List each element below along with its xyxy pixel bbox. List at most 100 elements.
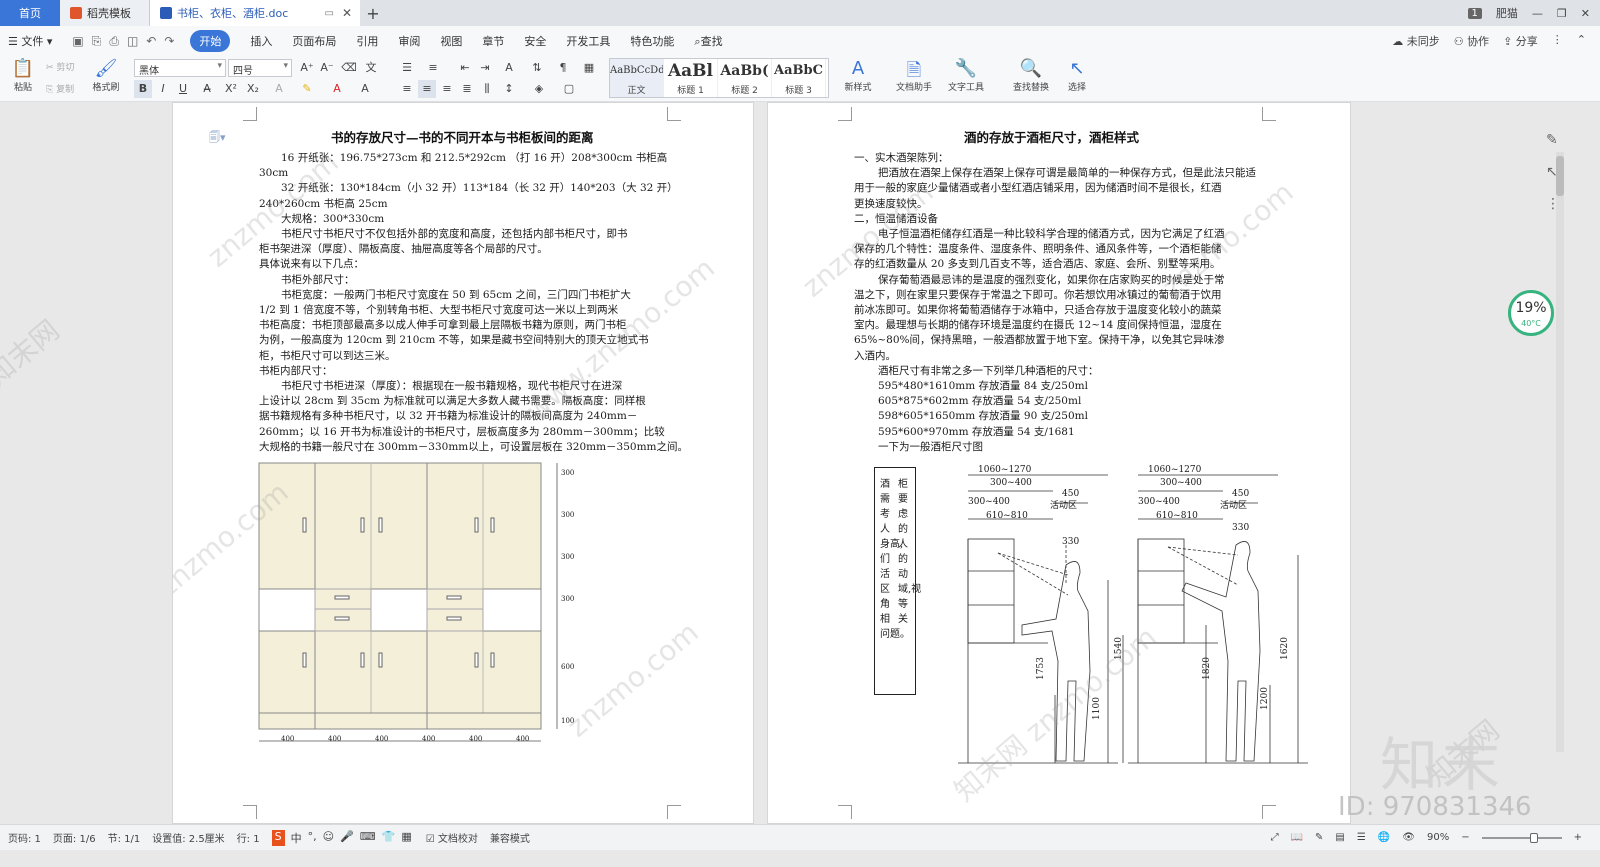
align-center-icon[interactable]: ≡ [418,80,436,98]
vertical-scrollbar[interactable] [1556,152,1564,752]
document-workspace[interactable]: 🗐▾ 书的存放尺寸—书的不同开本与书柜板间的距离 16 开纸张：196.75*2… [0,102,1600,824]
ime-keyboard-icon[interactable]: ⌨ [360,830,376,846]
find-replace-button[interactable]: 🔍 查找替换 [1006,58,1056,93]
tab-home[interactable]: 首页 [0,0,60,26]
status-setting[interactable]: 设置值: 2.5厘米 [152,830,224,845]
style-heading2[interactable]: AaBb(标题 2 [718,59,772,97]
menu-special[interactable]: 特色功能 [630,33,674,49]
underline-icon[interactable]: U [174,80,192,98]
char-shading-icon[interactable]: A [356,80,374,98]
collab-button[interactable]: ⚇ 协作 [1454,33,1489,49]
style-heading1[interactable]: AaBl 标题 1 [664,59,718,97]
more-icon[interactable]: ⋮ [1552,33,1563,49]
doc-helper-button[interactable]: 🗎 文档助手 [892,58,936,93]
restore-icon[interactable]: ❐ [1557,7,1567,20]
redo-icon[interactable]: ↷ [164,34,174,49]
phonetic-icon[interactable]: 文 [362,59,380,77]
status-page[interactable]: 页码: 1 [8,830,41,845]
undo-icon[interactable]: ↶ [146,34,156,49]
outline-view-icon[interactable]: ☰ [1357,832,1366,843]
menu-home[interactable]: 开始 [190,30,231,52]
align-right-icon[interactable]: ≡ [438,80,456,98]
format-painter-button[interactable]: 🖌 格式刷 [90,58,122,93]
export-icon[interactable]: ⎘ [92,34,102,49]
zoom-value[interactable]: 90% [1427,832,1449,843]
style-normal[interactable]: AaBbCcDd 正文 [610,59,664,97]
page-left[interactable]: 🗐▾ 书的存放尺寸—书的不同开本与书柜板间的距离 16 开纸张：196.75*2… [172,102,754,824]
table-icon[interactable]: ▦ [580,59,598,77]
zoom-out-icon[interactable]: − [1461,832,1469,843]
show-marks-icon[interactable]: ¶ [554,59,572,77]
menu-chapter[interactable]: 章节 [482,33,504,49]
numbering-icon[interactable]: ≡ [424,59,442,77]
eye-care-icon[interactable]: 👁 [1402,832,1415,843]
zoom-knob[interactable] [1529,832,1538,843]
zoom-slider[interactable] [1481,832,1562,843]
save-icon[interactable]: ▣ [72,34,83,49]
close-window-icon[interactable]: ✕ [1581,7,1590,20]
ime-skin-icon[interactable]: 👕 [382,830,396,846]
collapse-ribbon-icon[interactable]: ⌃ [1577,33,1586,49]
menu-insert[interactable]: 插入 [250,33,272,49]
italic-icon[interactable]: I [154,80,172,98]
strikethrough-icon[interactable]: A̶ [198,80,216,98]
style-gallery[interactable]: AaBbCcDd 正文 AaBl 标题 1 AaBb(标题 2 AaBbC 标题 3 [609,58,829,98]
tab-document[interactable]: 书柜、衣柜、酒柜.doc ▭ ✕ [150,0,360,26]
cut-button[interactable]: ✂ 剪切 [46,60,86,73]
page-view-icon[interactable]: ▤ [1335,832,1344,843]
bullets-icon[interactable]: ☰ [398,59,416,77]
ime-mic-icon[interactable]: 🎤 [340,830,354,846]
decrease-indent-icon[interactable]: ⇤ [456,59,474,77]
new-style-button[interactable]: A 新样式 [838,58,878,93]
line-spacing-icon[interactable]: ↕ [500,80,518,98]
read-mode-icon[interactable]: 📖 [1291,832,1303,843]
minimize-icon[interactable]: — [1532,7,1543,20]
distribute-icon[interactable]: ⫼ [478,80,496,98]
menu-view[interactable]: 视图 [440,33,462,49]
grow-font-icon[interactable]: A⁺ [298,59,316,77]
status-pages[interactable]: 页面: 1/6 [53,830,96,845]
borders-icon[interactable]: ▢ [560,80,578,98]
font-size-select[interactable]: 四号 [228,59,292,77]
justify-icon[interactable]: ≣ [458,80,476,98]
superscript-icon[interactable]: X² [222,80,240,98]
ime-punct-icon[interactable]: °, [308,830,317,846]
zoom-in-icon[interactable]: + [1574,832,1582,843]
sort-icon[interactable]: ⇅ [528,59,546,77]
text-effect-icon[interactable]: A [270,80,288,98]
ime-logo-icon[interactable]: S [271,829,285,846]
performance-gauge[interactable]: 19% 40°C [1508,290,1554,336]
fullscreen-icon[interactable]: ⤢ [1271,832,1279,843]
menu-search[interactable]: ⌕查找 [694,33,722,49]
ime-grid-icon[interactable]: ▦ [401,830,411,846]
ime-emoji-icon[interactable]: ☺ [323,830,334,846]
window-count-badge[interactable]: 1 [1467,7,1482,19]
menu-page-layout[interactable]: 页面布局 [292,33,336,49]
copy-button[interactable]: ⎘ 复制 [46,82,86,95]
select-button[interactable]: ↖ 选择 [1060,58,1094,93]
style-heading3[interactable]: AaBbC 标题 3 [772,59,826,97]
status-row[interactable]: 行: 1 [237,830,260,845]
doc-outline-icon[interactable]: 🗐▾ [209,129,226,148]
shading-icon[interactable]: ◈ [530,80,548,98]
align-left-icon[interactable]: ≡ [398,80,416,98]
preview-icon[interactable]: ◫ [127,34,138,49]
share-button[interactable]: ⇪ 分享 [1503,33,1538,49]
tab-template[interactable]: 稻壳模板 [60,0,150,26]
text-tools-button[interactable]: 🔧 文字工具 [942,58,990,93]
menu-developer[interactable]: 开发工具 [566,33,610,49]
web-view-icon[interactable]: 🌐 [1378,832,1390,843]
status-section[interactable]: 节: 1/1 [108,830,141,845]
paste-button[interactable]: 📋 粘贴 [8,58,38,93]
increase-indent-icon[interactable]: ⇥ [476,59,494,77]
shrink-font-icon[interactable]: A⁻ [318,59,336,77]
menu-file[interactable]: ☰ 文件 ▾ [8,33,52,49]
font-color-icon[interactable]: A [328,80,346,98]
menu-references[interactable]: 引用 [356,33,378,49]
proof-button[interactable]: ☑ 文档校对 [426,830,478,845]
pen-icon[interactable]: ✎ [1546,132,1558,148]
menu-security[interactable]: 安全 [524,33,546,49]
edit-mode-icon[interactable]: ✎ [1315,832,1323,843]
font-name-select[interactable]: 黑体 [134,59,226,77]
menu-review[interactable]: 审阅 [398,33,420,49]
